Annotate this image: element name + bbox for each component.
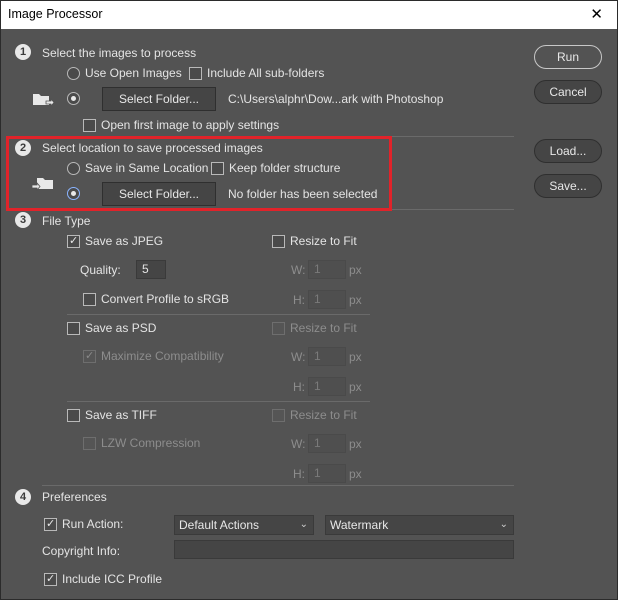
- jpeg-resize-checkbox[interactable]: [272, 235, 285, 248]
- save-as-psd-checkbox[interactable]: [67, 322, 80, 335]
- jpeg-resize-label: Resize to Fit: [290, 234, 357, 248]
- psd-w-unit: px: [349, 350, 362, 364]
- run-button[interactable]: Run: [534, 45, 602, 69]
- tiff-resize-checkbox[interactable]: [272, 409, 285, 422]
- psd-h-label: H:: [293, 380, 305, 394]
- close-icon[interactable]: ✕: [590, 5, 603, 23]
- psd-h-unit: px: [349, 380, 362, 394]
- section-divider: [67, 314, 370, 315]
- run-action-label: Run Action:: [62, 517, 124, 531]
- save-as-jpeg-checkbox[interactable]: [67, 234, 80, 248]
- include-icc-label: Include ICC Profile: [62, 572, 163, 586]
- quality-input[interactable]: 5: [136, 260, 166, 279]
- title-bar: Image Processor ✕: [1, 1, 617, 29]
- section2-heading: Select location to save processed images: [42, 141, 263, 155]
- action-set-value: Default Actions: [179, 518, 260, 532]
- use-open-images-radio[interactable]: [67, 67, 80, 80]
- save-as-tiff-label: Save as TIFF: [85, 408, 157, 422]
- maximize-compat-checkbox[interactable]: [83, 349, 96, 363]
- save-same-location-label: Save in Same Location: [85, 161, 209, 175]
- step-2-badge: 2: [15, 140, 31, 156]
- step-3-badge: 3: [15, 212, 31, 228]
- psd-height-input[interactable]: 1: [308, 377, 346, 396]
- psd-width-input[interactable]: 1: [308, 347, 346, 366]
- tiff-resize-label: Resize to Fit: [290, 408, 357, 422]
- dest-folder-status: No folder has been selected: [228, 187, 378, 201]
- save-as-psd-label: Save as PSD: [85, 321, 157, 335]
- chevron-down-icon: ⌄: [499, 519, 508, 530]
- section3-heading: File Type: [42, 214, 91, 228]
- tiff-width-input[interactable]: 1: [308, 434, 346, 453]
- load-button[interactable]: Load...: [534, 139, 602, 163]
- save-as-tiff-checkbox[interactable]: [67, 409, 80, 422]
- tiff-h-label: H:: [293, 467, 305, 481]
- dest-select-folder-button[interactable]: Select Folder...: [102, 182, 216, 206]
- open-first-image-checkbox[interactable]: [83, 119, 96, 132]
- jpeg-width-input[interactable]: 1: [308, 260, 346, 279]
- source-folder-radio[interactable]: [67, 92, 80, 105]
- action-value: Watermark: [330, 518, 389, 532]
- include-icc-checkbox[interactable]: [44, 572, 57, 586]
- save-as-jpeg-label: Save as JPEG: [85, 234, 164, 248]
- psd-w-label: W:: [291, 350, 306, 364]
- tiff-w-label: W:: [291, 437, 306, 451]
- open-first-image-label: Open first image to apply settings: [101, 118, 280, 132]
- folder-arrow-icon: [32, 178, 53, 191]
- jpeg-w-unit: px: [349, 263, 362, 277]
- tiff-w-unit: px: [349, 437, 362, 451]
- section-divider: [67, 401, 370, 402]
- section-divider: [42, 485, 514, 486]
- lzw-compression-label: LZW Compression: [101, 436, 201, 450]
- keep-folder-structure-checkbox[interactable]: [211, 162, 224, 175]
- jpeg-w-label: W:: [291, 263, 306, 277]
- keep-folder-structure-label: Keep folder structure: [229, 161, 341, 175]
- convert-profile-label: Convert Profile to sRGB: [101, 292, 230, 306]
- psd-resize-checkbox[interactable]: [272, 322, 285, 335]
- psd-resize-label: Resize to Fit: [290, 321, 357, 335]
- copyright-input[interactable]: [174, 540, 514, 559]
- save-settings-button[interactable]: Save...: [534, 174, 602, 198]
- tiff-h-unit: px: [349, 467, 362, 481]
- dest-folder-radio[interactable]: [67, 187, 80, 200]
- section1-heading: Select the images to process: [42, 46, 197, 60]
- step-1-badge: 1: [15, 44, 31, 60]
- maximize-compat-label: Maximize Compatibility: [101, 349, 224, 363]
- window-title: Image Processor: [8, 7, 103, 21]
- chevron-down-icon: ⌄: [299, 519, 308, 530]
- folder-arrow-icon: [33, 94, 54, 107]
- run-action-checkbox[interactable]: [44, 517, 57, 531]
- jpeg-height-input[interactable]: 1: [308, 290, 346, 309]
- tiff-height-input[interactable]: 1: [308, 464, 346, 483]
- action-select[interactable]: Watermark ⌄: [325, 515, 514, 535]
- convert-profile-checkbox[interactable]: [83, 293, 96, 306]
- source-folder-path: C:\Users\alphr\Dow...ark with Photoshop: [228, 92, 444, 106]
- include-subfolders-label: Include All sub-folders: [207, 66, 325, 80]
- action-set-select[interactable]: Default Actions ⌄: [174, 515, 314, 535]
- section4-heading: Preferences: [42, 490, 107, 504]
- section-divider: [392, 209, 514, 210]
- quality-label: Quality:: [80, 263, 121, 277]
- step-4-badge: 4: [15, 489, 31, 505]
- include-subfolders-checkbox[interactable]: [189, 67, 202, 80]
- jpeg-h-label: H:: [293, 293, 305, 307]
- save-same-location-radio[interactable]: [67, 162, 80, 175]
- lzw-compression-checkbox[interactable]: [83, 437, 96, 450]
- source-select-folder-button[interactable]: Select Folder...: [102, 87, 216, 111]
- image-processor-dialog: Image Processor ✕ 1 Select the images to…: [0, 0, 618, 600]
- cancel-button[interactable]: Cancel: [534, 80, 602, 104]
- copyright-label: Copyright Info:: [42, 544, 121, 558]
- use-open-images-label: Use Open Images: [85, 66, 182, 80]
- jpeg-h-unit: px: [349, 293, 362, 307]
